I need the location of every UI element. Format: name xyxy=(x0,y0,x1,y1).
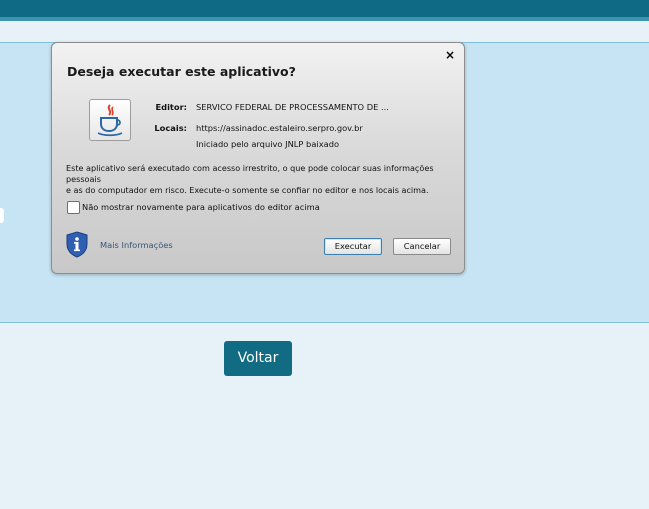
info-shield-icon xyxy=(65,231,89,258)
execute-button[interactable]: Executar xyxy=(324,238,382,255)
cancel-button[interactable]: Cancelar xyxy=(393,238,451,255)
dont-show-again-checkbox[interactable] xyxy=(67,201,80,214)
more-info-link[interactable]: Mais Informações xyxy=(100,240,173,250)
close-icon[interactable]: × xyxy=(445,48,455,62)
back-button[interactable]: Voltar xyxy=(224,341,292,376)
java-icon xyxy=(89,99,131,141)
security-warning: Este aplicativo será executado com acess… xyxy=(66,163,456,196)
editor-label: Editor: xyxy=(155,102,187,112)
locais-label: Locais: xyxy=(154,123,187,133)
top-bar xyxy=(0,0,649,17)
editor-value: SERVICO FEDERAL DE PROCESSAMENTO DE ... xyxy=(196,102,389,112)
java-security-dialog: × Deseja executar este aplicativo? Edito… xyxy=(51,42,465,274)
side-tab[interactable] xyxy=(0,208,4,223)
dialog-title: Deseja executar este aplicativo? xyxy=(67,64,296,79)
warning-line-2: e as do computador em risco. Execute-o s… xyxy=(66,185,429,195)
dont-show-again-label[interactable]: Não mostrar novamente para aplicativos d… xyxy=(82,202,320,212)
top-bar-stripe xyxy=(0,17,649,21)
locais-note: Iniciado pelo arquivo JNLP baixado xyxy=(196,139,340,149)
locais-value: https://assinadoc.estaleiro.serpro.gov.b… xyxy=(196,123,363,133)
warning-line-1: Este aplicativo será executado com acess… xyxy=(66,163,434,184)
